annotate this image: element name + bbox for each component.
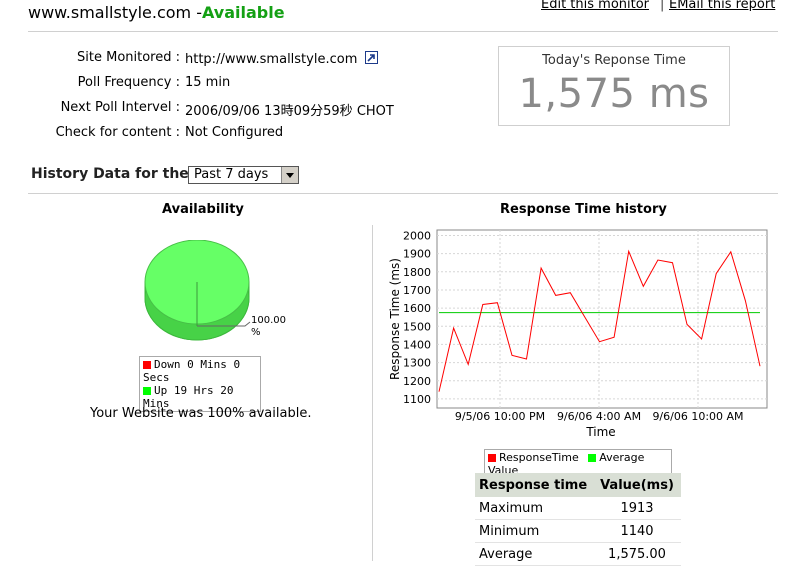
status-badge: Available — [201, 3, 285, 22]
todays-response-label: Today's Reponse Time — [542, 53, 686, 68]
y-tick-label: 2000 — [403, 229, 431, 242]
table-cell: 1913 — [593, 497, 681, 520]
legend-label-down: Down 0 Mins 0 Secs — [143, 358, 241, 384]
period-select-value: Past 7 days — [194, 167, 269, 182]
x-axis-label: Time — [585, 425, 615, 439]
poll-frequency-label: Poll Frequency : — [77, 75, 180, 90]
legend-swatch-response — [488, 454, 496, 462]
table-cell: Maximum — [475, 497, 593, 520]
link-separator: | — [660, 0, 665, 12]
todays-response-value: 1,575 ms — [518, 71, 710, 117]
history-label: History Data for the — [31, 166, 189, 182]
title-separator: - — [191, 3, 202, 22]
table-cell: 1140 — [593, 519, 681, 543]
pie-slice-up — [144, 240, 250, 341]
site-url[interactable]: http://www.smallstyle.com — [185, 52, 357, 67]
y-tick-label: 1100 — [403, 393, 431, 406]
header-divider — [28, 31, 778, 32]
response-time-chart: 1100 1200 1300 1400 1500 1600 1700 1800 1900 2000… — [388, 229, 768, 439]
site-monitored-value: http://www.smallstyle.com — [185, 50, 378, 67]
y-tick-label: 1800 — [403, 266, 431, 279]
x-axis-ticks: 9/5/06 10:00 PM 9/6/06 4:00 AM 9/6/06 10:0… — [455, 410, 744, 423]
y-axis-ticks: 1100 1200 1300 1400 1500 1600 1700 1800 1900 2000 — [403, 229, 431, 405]
period-select[interactable]: Past 7 days — [188, 166, 299, 184]
next-poll-label: Next Poll Intervel : — [60, 100, 180, 115]
site-monitored-label: Site Monitored : — [77, 50, 180, 65]
y-tick-label: 1400 — [403, 338, 431, 351]
page-title: www.smallstyle.com -Available — [28, 3, 285, 22]
y-axis-label: Response Time (ms) — [388, 258, 402, 380]
pie-label-value: 100.00 — [251, 315, 286, 326]
legend-item-down: Down 0 Mins 0 Secs — [143, 358, 257, 384]
panel-divider — [372, 225, 373, 561]
history-divider — [28, 193, 778, 194]
x-tick-label: 9/6/06 4:00 AM — [557, 410, 641, 423]
table-cell: 1,575.00 — [593, 542, 681, 566]
x-tick-label: 9/5/06 10:00 PM — [455, 410, 545, 423]
table-row: Minimum 1140 — [475, 519, 681, 543]
chevron-down-icon[interactable] — [281, 167, 298, 183]
availability-title: Availability — [162, 202, 244, 217]
legend-label-response: ResponseTime — [499, 451, 579, 464]
pie-label-unit: % — [251, 327, 261, 338]
y-tick-label: 1900 — [403, 248, 431, 261]
table-row: Maximum 1913 — [475, 497, 681, 520]
next-poll-value: 2006/09/06 13時09分59秒 CHOT — [185, 104, 394, 119]
y-tick-label: 1700 — [403, 284, 431, 297]
check-content-value: Not Configured — [185, 125, 284, 140]
y-tick-label: 1600 — [403, 302, 431, 315]
email-report-link[interactable]: EMail this report — [669, 0, 775, 12]
x-tick-label: 9/6/06 10:00 AM — [652, 410, 743, 423]
availability-summary: Your Website was 100% available. — [90, 406, 312, 421]
y-tick-label: 1500 — [403, 320, 431, 333]
availability-legend: Down 0 Mins 0 Secs Up 19 Hrs 20 Mins — [139, 356, 261, 412]
table-cell: Average — [475, 542, 593, 566]
legend-swatch-down — [143, 361, 151, 369]
table-header-row: Response time Value(ms) — [475, 473, 681, 497]
plot-area — [436, 229, 768, 409]
legend-item-response: ResponseTime — [488, 451, 579, 464]
external-link-icon[interactable] — [364, 51, 378, 64]
site-name: www.smallstyle.com — [28, 3, 192, 22]
y-tick-label: 1300 — [403, 357, 431, 370]
table-header: Response time — [475, 473, 593, 497]
todays-response-box: Today's Reponse Time 1,575 ms — [498, 46, 730, 126]
legend-swatch-up — [143, 387, 151, 395]
poll-frequency-value: 15 min — [185, 75, 231, 90]
availability-pie: 100.00 % — [144, 240, 286, 341]
check-content-label: Check for content : — [55, 125, 180, 140]
table-row: Average 1,575.00 — [475, 542, 681, 566]
table-header: Value(ms) — [593, 473, 681, 497]
edit-monitor-link[interactable]: Edit this monitor — [541, 0, 649, 12]
legend-swatch-average — [588, 454, 597, 462]
y-tick-label: 1200 — [403, 375, 431, 388]
response-chart-title: Response Time history — [500, 202, 667, 217]
stats-table: Response time Value(ms) Maximum 1913 Mini… — [475, 473, 681, 566]
table-cell: Minimum — [475, 519, 593, 543]
